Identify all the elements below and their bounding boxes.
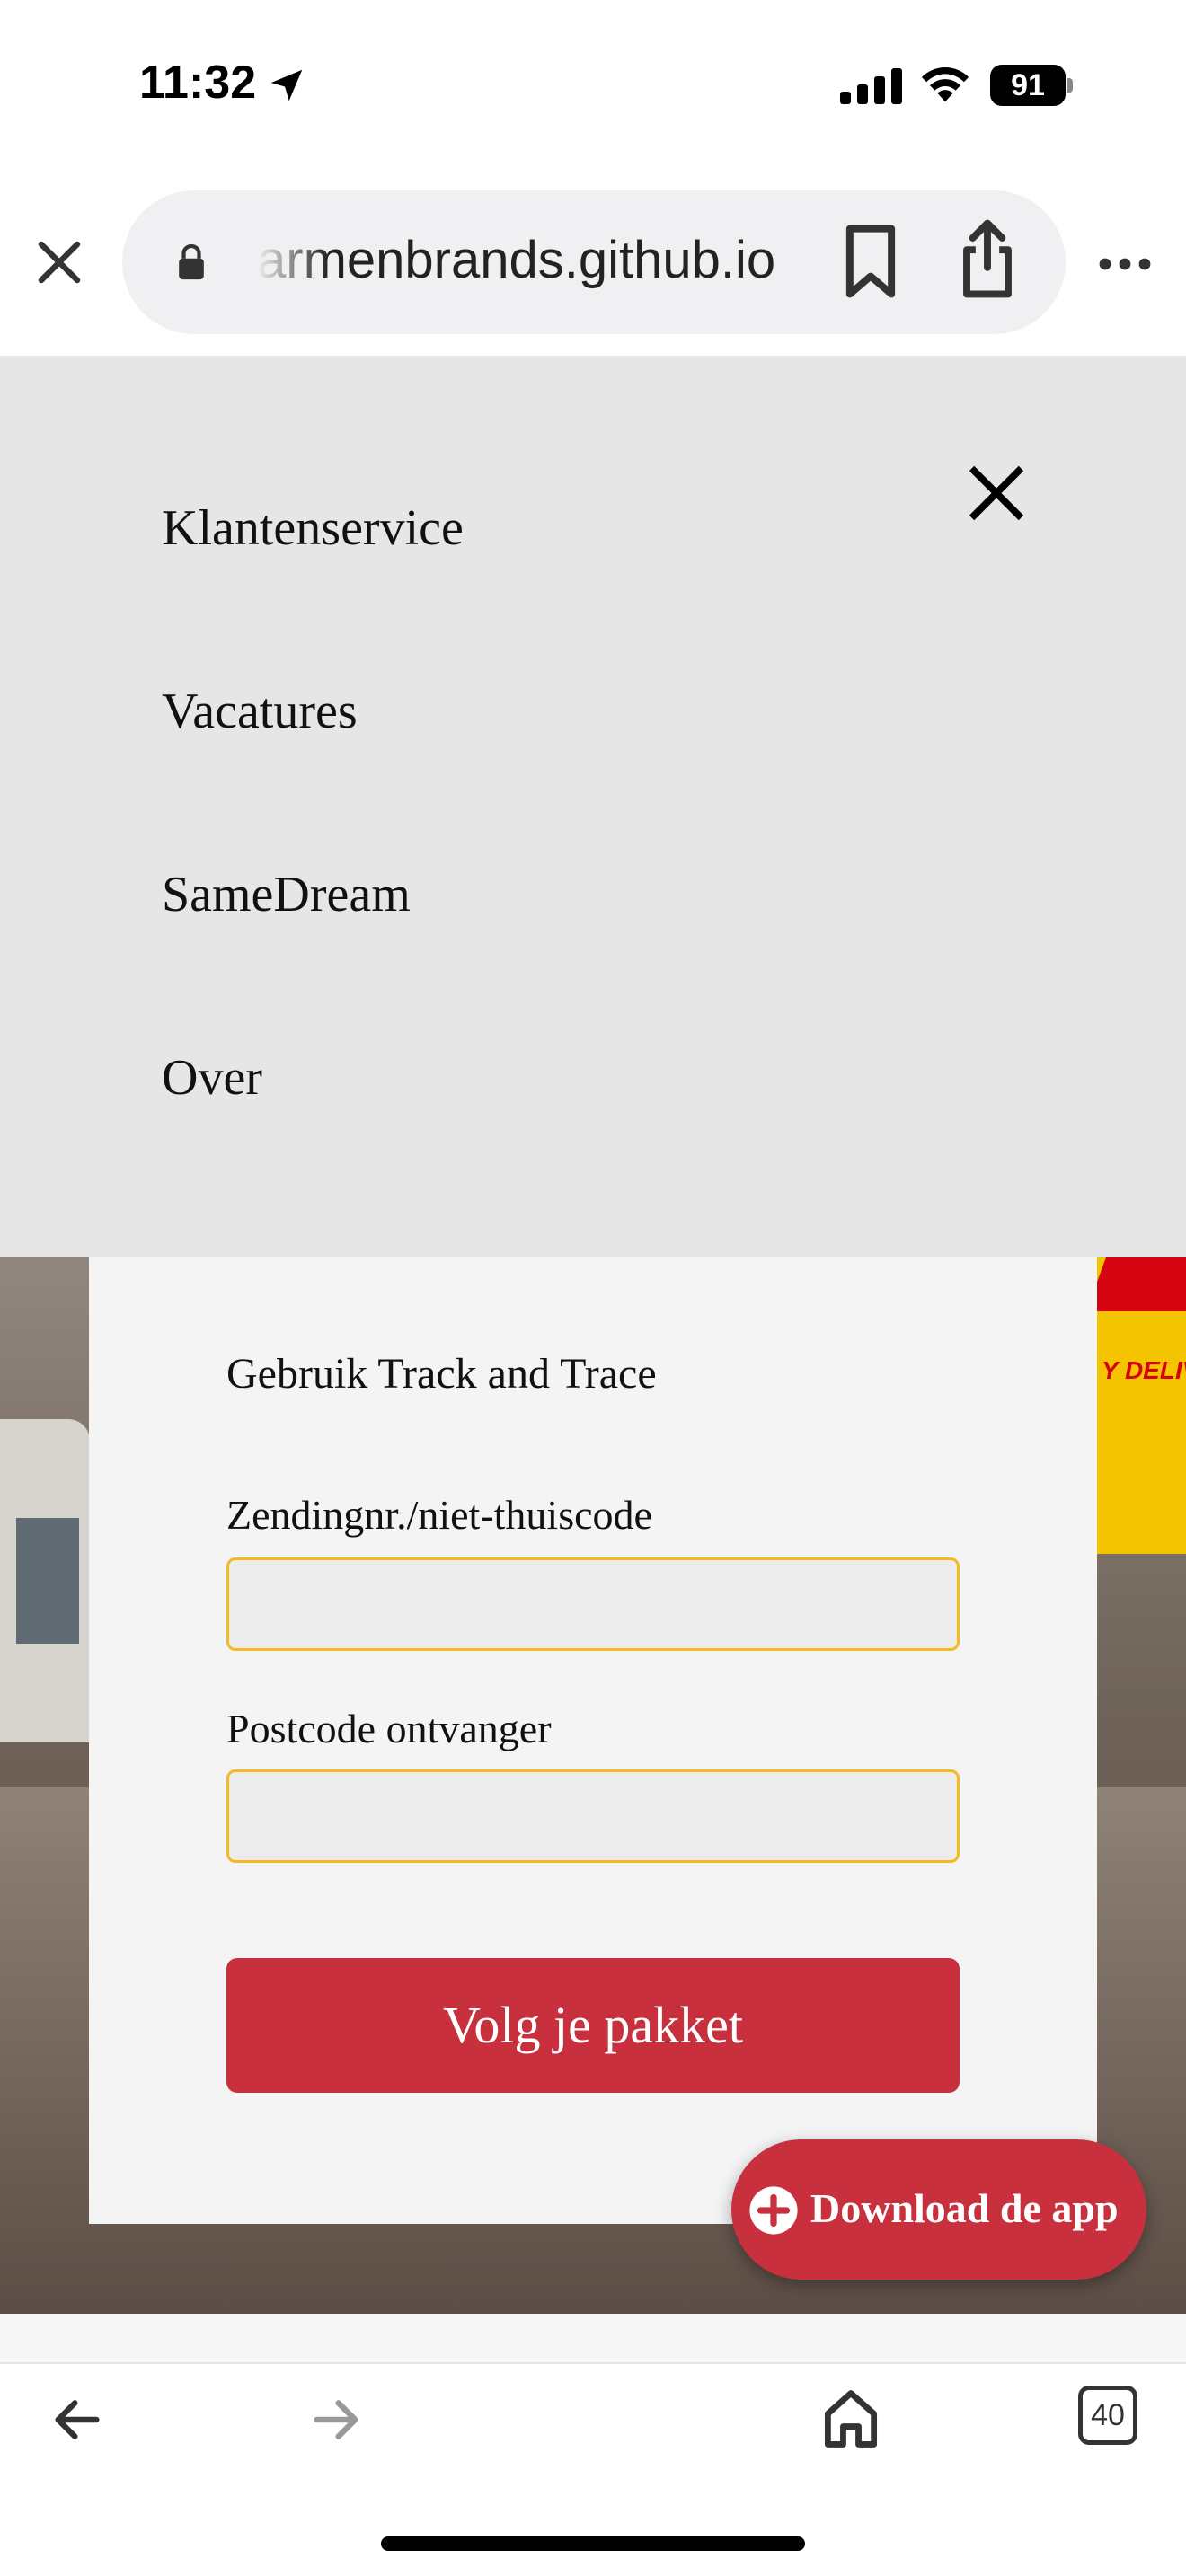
truck-text: Y DELIV xyxy=(1102,1356,1186,1384)
home-indicator xyxy=(381,2536,805,2551)
status-bar: 11:32 91 xyxy=(0,0,1186,171)
card-title: Gebruik Track and Trace xyxy=(226,1350,657,1398)
menu-item-samedream[interactable]: SameDream xyxy=(162,866,411,923)
lock-icon xyxy=(179,243,204,280)
menu-item-klantenservice[interactable]: Klantenservice xyxy=(162,499,464,557)
battery-level: 91 xyxy=(990,65,1066,106)
forward-arrow-icon[interactable] xyxy=(307,2391,365,2448)
nav-menu: Klantenservice Vacatures SameDream Over xyxy=(0,356,1186,1257)
bookmark-icon[interactable] xyxy=(839,223,902,300)
battery-indicator: 91 xyxy=(990,65,1073,106)
postcode-label: Postcode ontvanger xyxy=(226,1706,552,1751)
download-app-button[interactable]: Download de app xyxy=(731,2139,1146,2280)
back-arrow-icon[interactable] xyxy=(49,2391,106,2448)
background-window xyxy=(16,1518,79,1644)
download-app-label: Download de app xyxy=(810,2185,1119,2231)
address-bar[interactable]: armenbrands.github.io xyxy=(122,190,1066,334)
plus-circle-icon xyxy=(749,2186,798,2235)
footer-strip xyxy=(0,2314,1186,2362)
battery-tip xyxy=(1067,78,1073,93)
shipment-number-input[interactable] xyxy=(226,1557,960,1651)
close-icon[interactable] xyxy=(32,235,86,289)
home-icon[interactable] xyxy=(819,2386,882,2452)
tabs-count-icon[interactable]: 40 xyxy=(1078,2386,1137,2445)
share-icon[interactable] xyxy=(956,217,1019,300)
location-arrow-icon xyxy=(270,69,303,101)
more-options-icon[interactable] xyxy=(1098,253,1152,275)
menu-item-vacatures[interactable]: Vacatures xyxy=(162,683,358,740)
url-fade xyxy=(257,226,329,298)
postcode-input[interactable] xyxy=(226,1769,960,1863)
shipment-number-label: Zendingnr./niet-thuiscode xyxy=(226,1492,652,1538)
track-package-button[interactable]: Volg je pakket xyxy=(226,1958,960,2093)
url-text[interactable]: armenbrands.github.io xyxy=(257,230,904,290)
cellular-signal-icon xyxy=(840,68,902,104)
menu-item-over[interactable]: Over xyxy=(162,1049,262,1107)
menu-close-icon[interactable] xyxy=(967,463,1026,523)
status-time: 11:32 xyxy=(139,57,257,109)
wifi-icon xyxy=(921,66,969,102)
browser-bar: armenbrands.github.io xyxy=(0,171,1186,356)
